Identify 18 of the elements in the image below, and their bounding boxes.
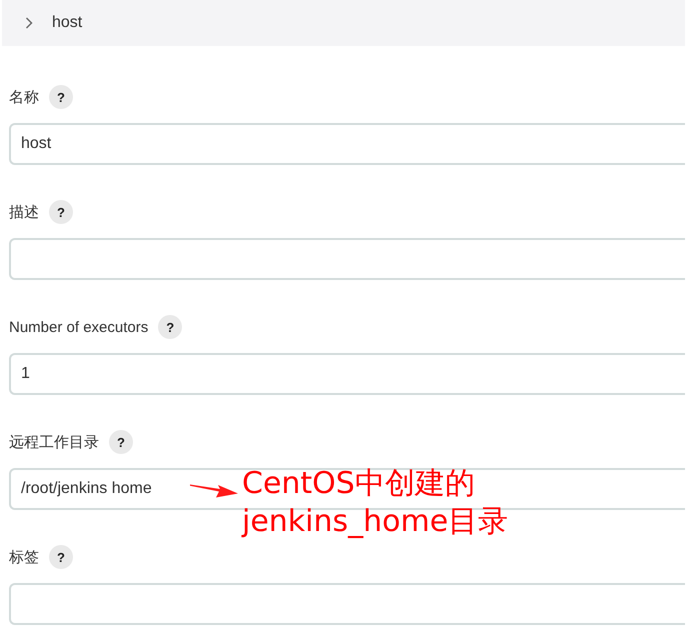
breadcrumb-item[interactable]: host: [52, 14, 82, 32]
help-button[interactable]: ?: [158, 315, 182, 339]
help-button[interactable]: ?: [49, 85, 73, 109]
field-label: Number of executors: [9, 318, 148, 336]
field-label: 描述: [9, 202, 39, 222]
help-button[interactable]: ?: [49, 200, 73, 224]
text-field[interactable]: [9, 238, 685, 280]
text-field[interactable]: [9, 583, 685, 625]
chevron-right-icon: [25, 17, 33, 29]
annotation-text: CentOS中创建的: [242, 465, 475, 503]
field-label: 标签: [9, 548, 39, 566]
annotation-arrow: [190, 484, 238, 498]
help-button[interactable]: ?: [109, 430, 133, 454]
text-field[interactable]: host: [9, 123, 685, 165]
text-field[interactable]: 1: [9, 353, 685, 395]
field-label: 名称: [9, 88, 39, 106]
help-button[interactable]: ?: [49, 545, 73, 569]
field-label: 远程工作目录: [9, 432, 99, 452]
